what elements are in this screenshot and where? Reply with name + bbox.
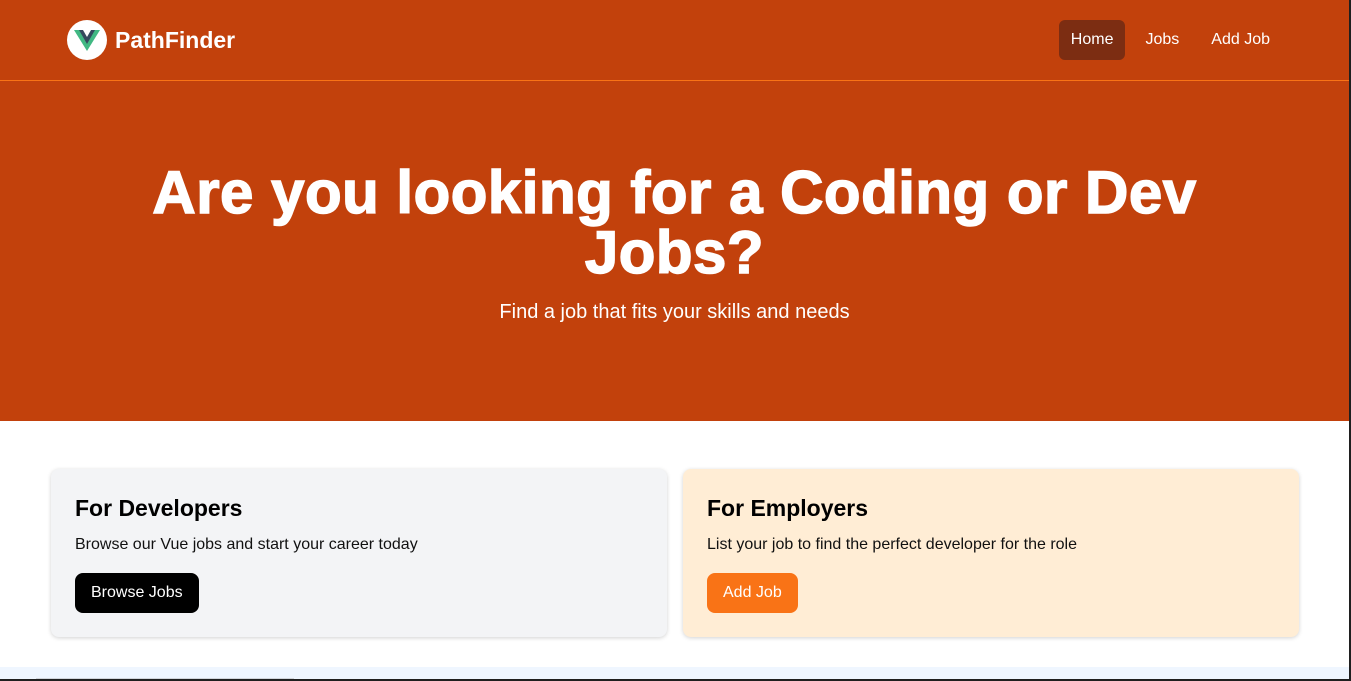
navbar: PathFinder Home Jobs Add Job xyxy=(0,0,1349,81)
hero-section: Are you looking for a Coding or Dev Jobs… xyxy=(0,81,1349,421)
browse-jobs-button[interactable]: Browse Jobs xyxy=(75,573,199,613)
brand-name: PathFinder xyxy=(115,26,236,53)
employers-card: For Employers List your job to find the … xyxy=(683,469,1299,637)
nav-add-job[interactable]: Add Job xyxy=(1199,20,1282,60)
employers-card-text: List your job to find the perfect develo… xyxy=(707,536,1077,553)
page: PathFinder Home Jobs Add Job Are you loo… xyxy=(0,0,1351,681)
developers-card-title: For Developers xyxy=(75,495,243,521)
hero-subtitle: Find a job that fits your skills and nee… xyxy=(499,301,850,323)
next-section-edge xyxy=(0,667,1349,679)
hero-title: Are you looking for a Coding or Dev Jobs… xyxy=(152,159,1197,286)
nav-home[interactable]: Home xyxy=(1058,20,1126,60)
employers-card-title: For Employers xyxy=(707,495,869,521)
brand-link[interactable]: PathFinder xyxy=(67,20,235,60)
nav-links: Home Jobs Add Job xyxy=(1058,20,1282,60)
vue-logo-icon xyxy=(67,20,107,60)
developers-card: For Developers Browse our Vue jobs and s… xyxy=(51,469,667,637)
nav-jobs[interactable]: Jobs xyxy=(1133,20,1191,60)
add-job-button[interactable]: Add Job xyxy=(707,573,798,613)
developers-card-text: Browse our Vue jobs and start your caree… xyxy=(75,536,418,553)
